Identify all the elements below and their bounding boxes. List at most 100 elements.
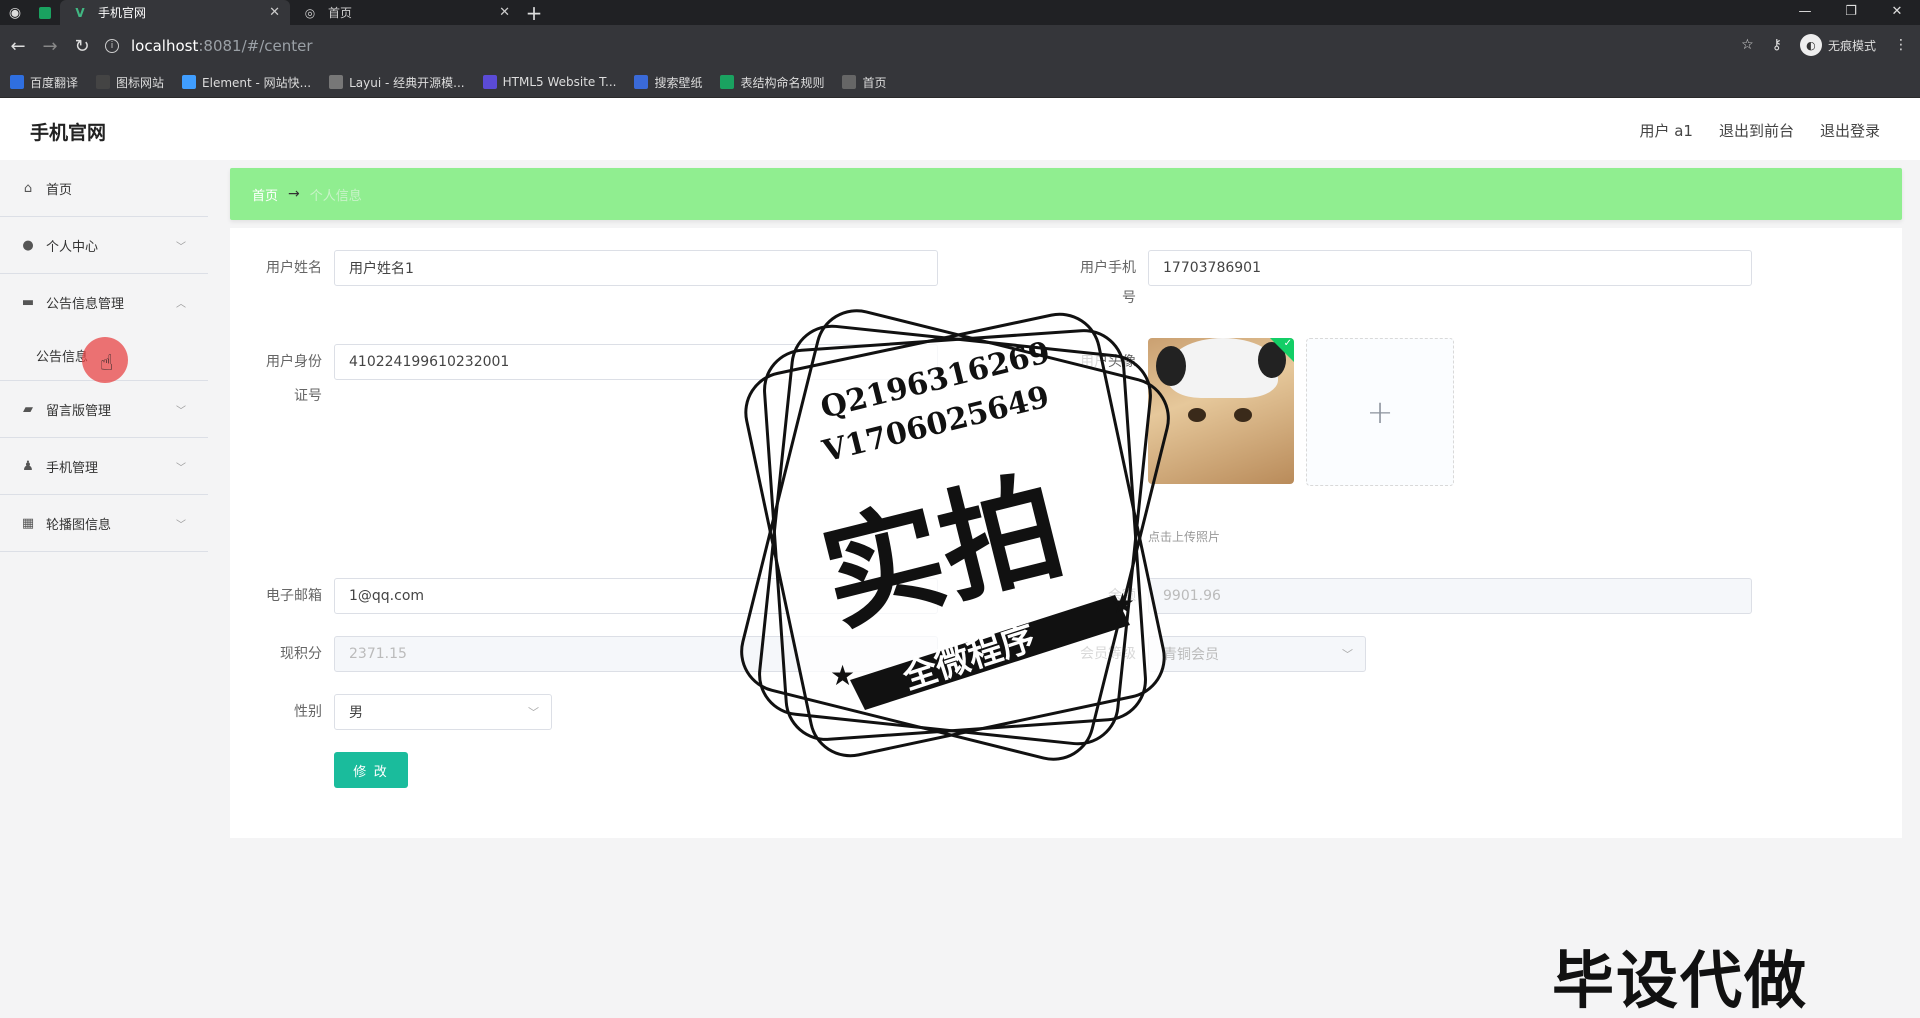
sidebar-subitem-notice-info[interactable]: 公告信息 ☝ — [0, 331, 208, 383]
chevron-down-icon: ﹀ — [176, 405, 186, 417]
balance-input: 9901.96 — [1148, 578, 1752, 614]
pinned-tab-icon[interactable] — [30, 0, 60, 25]
current-user-link[interactable]: 用户 a1 — [1639, 120, 1693, 141]
key-icon[interactable]: ⚷ — [1772, 37, 1782, 53]
notice-icon: ▬ — [21, 295, 35, 310]
bookmark-item[interactable]: 百度翻译 — [10, 74, 78, 91]
points-value: 2371.15 — [349, 646, 407, 662]
sidebar-item-messages[interactable]: ▰ 留言版管理 ﹀ — [0, 381, 208, 438]
exit-to-front-link[interactable]: 退出到前台 — [1719, 120, 1794, 141]
id-number-value: 410224199610232001 — [349, 354, 510, 370]
bookmark-label: Element - 网站快... — [202, 75, 312, 90]
minimize-icon[interactable]: — — [1782, 0, 1828, 22]
bookmark-item[interactable]: HTML5 Website T... — [482, 75, 617, 89]
sidebar-item-notices[interactable]: ▬ 公告信息管理 ︿ — [0, 274, 208, 331]
avatar-image[interactable]: ✓ — [1148, 338, 1294, 484]
html5-icon — [482, 75, 497, 89]
submit-button[interactable]: 修 改 — [334, 752, 408, 788]
corner-watermark: 毕设代做 — [1552, 944, 1809, 1017]
url-host: localhost — [131, 37, 199, 55]
sidebar-item-home[interactable]: ⌂ 首页 — [0, 160, 208, 217]
bookmark-label: HTML5 Website T... — [502, 75, 617, 89]
name-value: 用户姓名1 — [349, 261, 414, 277]
top-navbar: 手机官网 用户 a1 退出到前台 退出登录 — [0, 98, 1920, 160]
sidebar-subitem-label: 公告信息 — [36, 350, 89, 365]
url-field[interactable]: i localhost:8081/#/center — [105, 31, 1755, 61]
flag-icon — [96, 75, 111, 89]
grid-icon: ▦ — [21, 515, 35, 531]
sidebar-item-phones[interactable]: ♟ 手机管理 ﹀ — [0, 438, 208, 495]
window-controls: — ❐ ✕ — [1782, 0, 1920, 22]
translate-icon — [10, 75, 24, 89]
close-icon[interactable]: ✕ — [499, 5, 510, 20]
site-brand: 手机官网 — [30, 122, 107, 144]
tab-active[interactable]: V 手机官网 ✕ — [60, 0, 290, 25]
bookmark-label: 表结构命名规则 — [740, 75, 825, 90]
info-icon[interactable]: i — [105, 39, 119, 53]
gender-value: 男 — [349, 705, 363, 721]
chevron-down-icon: ﹀ — [1342, 648, 1353, 661]
tab-search-icon[interactable]: ◉ — [0, 0, 30, 25]
phone-input[interactable]: 17703786901 — [1148, 250, 1752, 286]
bookmark-label: 搜索壁纸 — [654, 75, 703, 90]
more-menu-icon[interactable]: ⋮ — [1894, 37, 1908, 53]
avatar-label: 用户头像 — [1080, 354, 1136, 370]
new-tab-button[interactable]: + — [520, 0, 548, 25]
reload-icon[interactable]: ↻ — [66, 30, 98, 62]
wallpaper-icon — [634, 75, 649, 89]
upload-button[interactable]: + — [1306, 338, 1454, 486]
globe-icon — [842, 75, 857, 89]
email-input[interactable]: 1@qq.com — [334, 578, 938, 614]
forward-icon[interactable]: → — [34, 30, 66, 62]
balance-label: 余额 — [1108, 588, 1136, 604]
globe-icon: ◎ — [304, 5, 316, 20]
chevron-down-icon: ﹀ — [176, 241, 186, 253]
sidebar-item-label: 个人中心 — [46, 239, 99, 255]
bookmarks-bar: 百度翻译 图标网站 Element - 网站快... Layui - 经典开源模...… — [0, 67, 1920, 98]
vue-icon: V — [75, 5, 85, 20]
restore-icon[interactable]: ❐ — [1828, 0, 1874, 22]
app-root: 手机官网 用户 a1 退出到前台 退出登录 ⌂ 首页 ● 个人中心 ﹀ ▬ 公告… — [0, 98, 1920, 1018]
check-icon: ✓ — [1270, 338, 1294, 362]
user-icon: ● — [22, 237, 34, 253]
points-input: 2371.15 — [334, 636, 938, 672]
close-window-icon[interactable]: ✕ — [1874, 0, 1920, 22]
sidebar-item-carousel[interactable]: ▦ 轮播图信息 ﹀ — [0, 495, 208, 552]
bookmark-item[interactable]: Element - 网站快... — [182, 74, 311, 91]
close-icon[interactable]: ✕ — [269, 5, 280, 20]
tab-title: 首页 — [328, 6, 353, 20]
email-value: 1@qq.com — [349, 588, 425, 604]
incognito-indicator[interactable]: ◐ 无痕模式 — [1799, 34, 1876, 56]
element-icon — [182, 75, 197, 89]
id-number-label: 用户身份 — [266, 354, 322, 370]
sidebar-item-label: 首页 — [46, 182, 73, 198]
sidebar: ⌂ 首页 ● 个人中心 ﹀ ▬ 公告信息管理 ︿ 公告信息 ☝ ▰ 留言版管理 … — [0, 160, 208, 1018]
gender-select[interactable]: 男 ﹀ — [334, 694, 552, 730]
gender-label: 性别 — [294, 704, 322, 720]
points-label: 现积分 — [280, 646, 322, 662]
table-icon — [720, 75, 735, 89]
breadcrumb-home[interactable]: 首页 — [252, 185, 278, 204]
email-label: 电子邮箱 — [266, 588, 322, 604]
hand-cursor-icon: ☝ — [100, 351, 114, 376]
back-icon[interactable]: ← — [2, 30, 34, 62]
name-input[interactable]: 用户姓名1 — [334, 250, 938, 286]
balance-value: 9901.96 — [1163, 588, 1221, 604]
bookmark-item[interactable]: 搜索壁纸 — [634, 74, 702, 91]
bookmark-item[interactable]: 表结构命名规则 — [720, 74, 824, 91]
bookmark-label: 百度翻译 — [30, 75, 79, 90]
bookmark-item[interactable]: 图标网站 — [96, 74, 164, 91]
member-level-label: 会员等级 — [1080, 646, 1136, 662]
sidebar-item-label: 轮播图信息 — [46, 517, 112, 533]
bookmark-item[interactable]: 首页 — [842, 74, 887, 91]
name-label: 用户姓名 — [266, 260, 322, 276]
breadcrumb-separator: → — [288, 186, 300, 202]
logout-link[interactable]: 退出登录 — [1820, 120, 1880, 141]
bookmark-item[interactable]: Layui - 经典开源模... — [329, 74, 465, 91]
sidebar-item-profile[interactable]: ● 个人中心 ﹀ — [0, 217, 208, 274]
id-number-input[interactable]: 410224199610232001 — [334, 344, 938, 380]
layui-icon — [329, 75, 344, 89]
tab-inactive[interactable]: ◎ 首页 ✕ — [290, 0, 520, 25]
star-icon[interactable]: ☆ — [1741, 37, 1754, 53]
incognito-label: 无痕模式 — [1827, 38, 1876, 53]
